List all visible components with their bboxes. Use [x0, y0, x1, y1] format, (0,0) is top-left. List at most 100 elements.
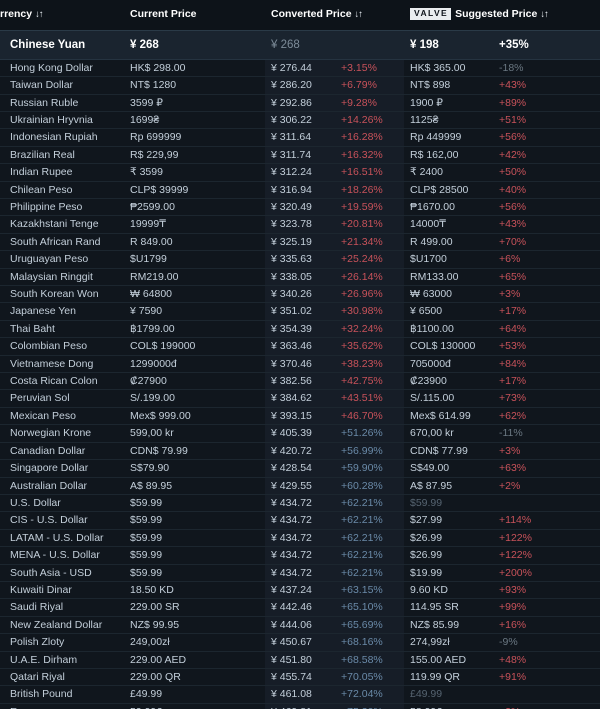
table-row[interactable]: Japanese Yen ¥ 7590 ¥ 351.02 +30.98% ¥ 6500 +…	[0, 303, 600, 321]
cell-current-price: CDN$ 79.99	[130, 444, 188, 457]
table-row[interactable]: Chilean Peso CLP$ 39999 ¥ 316.94 +18.26% CLP…	[0, 181, 600, 199]
column-header-suggested-price[interactable]: VALVE Suggested Price ↓↑	[404, 0, 600, 31]
cell-currency: Kazakhstani Tenge	[10, 218, 99, 231]
cell-suggested-price: 1900 ₽	[410, 96, 443, 109]
table-row[interactable]: U.S. Dollar $59.99 ¥ 434.72 +62.21% $59.99	[0, 494, 600, 512]
column-header-currency[interactable]: rrency ↓↑	[0, 0, 128, 31]
table-row[interactable]: U.A.E. Dirham 229.00 AED ¥ 451.80 +68.58% 15…	[0, 651, 600, 669]
cell-current-price: $59.99	[130, 566, 163, 579]
cell-current-price: S/.199.00	[130, 392, 175, 405]
table-row[interactable]: South Korean Won ₩ 64800 ¥ 340.26 +26.96% ₩ …	[0, 286, 600, 303]
table-row[interactable]: Taiwan Dollar NT$ 1280 ¥ 286.20 +6.79% NT$ 8…	[0, 77, 600, 95]
cell-current-price: 229.00 AED	[130, 653, 187, 666]
table-row[interactable]: Malaysian Ringgit RM219.00 ¥ 338.05 +26.14%…	[0, 268, 600, 286]
column-header-converted-price[interactable]: Converted Price ↓↑	[265, 0, 404, 31]
cell-suggested-pct: +17%	[499, 305, 527, 318]
cell-suggested-price: ¥ 6500	[410, 305, 443, 318]
table-row[interactable]: Euro59,99€¥ 469.81+75.30%58,99€+2%	[0, 703, 600, 709]
cell-suggested-price: ₱1670.00	[410, 201, 455, 214]
table-row[interactable]: Kazakhstani Tenge 19999₸ ¥ 323.78 +20.81% 14…	[0, 216, 600, 234]
cell-suggested-price: COL$ 130000	[410, 340, 476, 353]
table-row[interactable]: LATAM - U.S. Dollar $59.99 ¥ 434.72 +62.21%…	[0, 529, 600, 547]
cell-suggested-pct: +122%	[499, 549, 532, 562]
table-row[interactable]: British Pound £49.99 ¥ 461.08 +72.04% £49.99	[0, 686, 600, 704]
table-row[interactable]: New Zealand Dollar NZ$ 99.95 ¥ 444.06 +65.6…	[0, 616, 600, 634]
cell-converted-price: ¥ 354.39	[271, 322, 312, 335]
cell-suggested-price: 1125₴	[410, 113, 439, 126]
cell-suggested-price: 670,00 kr	[410, 427, 454, 440]
cell-currency: Costa Rican Colon	[10, 375, 98, 388]
cell-suggested-pct: +62%	[499, 409, 527, 422]
cell-currency: Ukrainian Hryvnia	[10, 113, 93, 126]
cell-current-price: Rp 699999	[130, 131, 182, 144]
cell-current-price: $59.99	[130, 531, 163, 544]
cell-currency: British Pound	[10, 688, 73, 701]
cell-current-price: RM219.00	[130, 270, 179, 283]
table-row[interactable]: Costa Rican Colon ₡27900 ¥ 382.56 +42.75% ₡2…	[0, 373, 600, 390]
cell-suggested-pct: +40%	[499, 183, 527, 196]
table-row[interactable]: Norwegian Krone 599,00 kr ¥ 405.39 +51.26% 6…	[0, 425, 600, 443]
cell-current-price: S$79.90	[130, 462, 170, 475]
table-row[interactable]: Mexican Peso Mex$ 999.00 ¥ 393.15 +46.70% Me…	[0, 407, 600, 425]
cell-converted-pct: +68.16%	[341, 636, 383, 649]
table-row[interactable]: Brazilian Real R$ 229,99 ¥ 311.74 +16.32% R$…	[0, 146, 600, 164]
table-row[interactable]: South African Rand R 849.00 ¥ 325.19 +21.34…	[0, 233, 600, 251]
cell-suggested-pct	[495, 686, 600, 703]
table-row[interactable]: Saudi Riyal 229.00 SR ¥ 442.46 +65.10% 114.9…	[0, 599, 600, 617]
cell-suggested-pct: -11%	[499, 427, 523, 440]
currency-price-comparison-panel: rrency ↓↑ Current Price Converted Price ↓↑…	[0, 0, 600, 709]
cell-current-price: 3599 ₽	[130, 96, 163, 109]
cell-suggested-price: ₡23900	[410, 375, 447, 388]
cell-currency: Japanese Yen	[10, 305, 76, 318]
table-row[interactable]: Vietnamese Dong 1299000đ ¥ 370.46 +38.23% 70…	[0, 355, 600, 373]
table-row[interactable]: Thai Baht ฿1799.00 ¥ 354.39 +32.24% ฿1100.00…	[0, 320, 600, 338]
table-row[interactable]: South Asia - USD $59.99 ¥ 434.72 +62.21% $19…	[0, 564, 600, 582]
cell-converted-price: ¥ 434.72	[271, 549, 312, 562]
sort-arrows-icon[interactable]: ↓↑	[540, 9, 548, 20]
table-row[interactable]: Uruguayan Peso $U1799 ¥ 335.63 +25.24% $U170…	[0, 251, 600, 269]
table-row[interactable]: MENA - U.S. Dollar $59.99 ¥ 434.72 +62.21% $…	[0, 547, 600, 565]
cell-currency: U.A.E. Dirham	[10, 653, 78, 666]
cell-suggested-pct: +3%	[499, 444, 521, 457]
table-row[interactable]: Kuwaiti Dinar 18.50 KD ¥ 437.24 +63.15% 9.60…	[0, 581, 600, 599]
table-row[interactable]: Polish Zloty 249,00zł ¥ 450.67 +68.16% 274,9…	[0, 634, 600, 652]
cell-converted-price: ¥ 351.02	[271, 305, 312, 318]
cell-current-price: NZ$ 99.95	[130, 618, 180, 631]
cell-current-price: $59.99	[130, 549, 163, 562]
table-row[interactable]: Australian Dollar A$ 89.95 ¥ 429.55 +60.28%…	[0, 477, 600, 495]
cell-converted-pct: +43.51%	[341, 392, 383, 405]
cell-suggested-price: 14000₸	[410, 218, 446, 231]
table-row[interactable]: CIS - U.S. Dollar $59.99 ¥ 434.72 +62.21% $2…	[0, 512, 600, 530]
cell-converted-price: ¥ 451.80	[271, 653, 312, 666]
cell-suggested-pct: +2%	[499, 479, 521, 492]
table-row[interactable]: Philippine Peso ₱2599.00 ¥ 320.49 +19.59% ₱1…	[0, 199, 600, 216]
sort-arrows-icon[interactable]: ↓↑	[355, 9, 363, 20]
cell-converted-price: ¥ 311.64	[271, 131, 312, 144]
cell-converted-pct: +26.96%	[341, 288, 383, 301]
cell-suggested-price: 274,99zł	[410, 636, 450, 649]
cell-converted-price: ¥ 370.46	[271, 357, 312, 370]
table-row[interactable]: Indian Rupee ₹ 3599 ¥ 312.24 +16.51% ₹ 2400 +…	[0, 164, 600, 182]
table-row[interactable]: Singapore Dollar S$79.90 ¥ 428.54 +59.90% S$…	[0, 460, 600, 478]
cell-currency: South Korean Won	[10, 288, 99, 301]
cell-converted-price: ¥ 363.46	[271, 340, 312, 353]
cell-suggested-pct: +65%	[499, 270, 527, 283]
cell-converted-pct: +65.10%	[341, 601, 383, 614]
table-row[interactable]: Russian Ruble 3599 ₽ ¥ 292.86 +9.28% 1900 ₽ +…	[0, 94, 600, 112]
sort-arrows-icon[interactable]: ↓↑	[35, 9, 43, 20]
table-row[interactable]: Indonesian Rupiah Rp 699999 ¥ 311.64 +16.28…	[0, 129, 600, 147]
cell-currency: LATAM - U.S. Dollar	[10, 531, 104, 544]
table-row[interactable]: Peruvian Sol S/.199.00 ¥ 384.62 +43.51% S/.1…	[0, 390, 600, 408]
cell-currency: Philippine Peso	[10, 201, 83, 214]
cell-converted-price: ¥ 393.15	[271, 409, 312, 422]
table-row-featured[interactable]: Chinese Yuan ¥ 268 ¥ 268 ¥ 198 +35%	[0, 30, 600, 60]
table-row[interactable]: Colombian Peso COL$ 199000 ¥ 363.46 +35.62%…	[0, 338, 600, 356]
table-row[interactable]: Hong Kong Dollar HK$ 298.00 ¥ 276.44 +3.15%…	[0, 59, 600, 77]
table-row[interactable]: Qatari Riyal 229.00 QR ¥ 455.74 +70.05% 119.…	[0, 668, 600, 686]
cell-converted-price: ¥ 286.20	[271, 79, 312, 92]
table-row[interactable]: Ukrainian Hryvnia 1699₴ ¥ 306.22 +14.26% 112…	[0, 111, 600, 129]
cell-suggested-pct: +51%	[499, 113, 527, 126]
cell-converted-pct: +32.24%	[341, 322, 383, 335]
cell-suggested-price: $19.99	[410, 566, 443, 579]
table-row[interactable]: Canadian Dollar CDN$ 79.99 ¥ 420.72 +56.99%…	[0, 442, 600, 460]
